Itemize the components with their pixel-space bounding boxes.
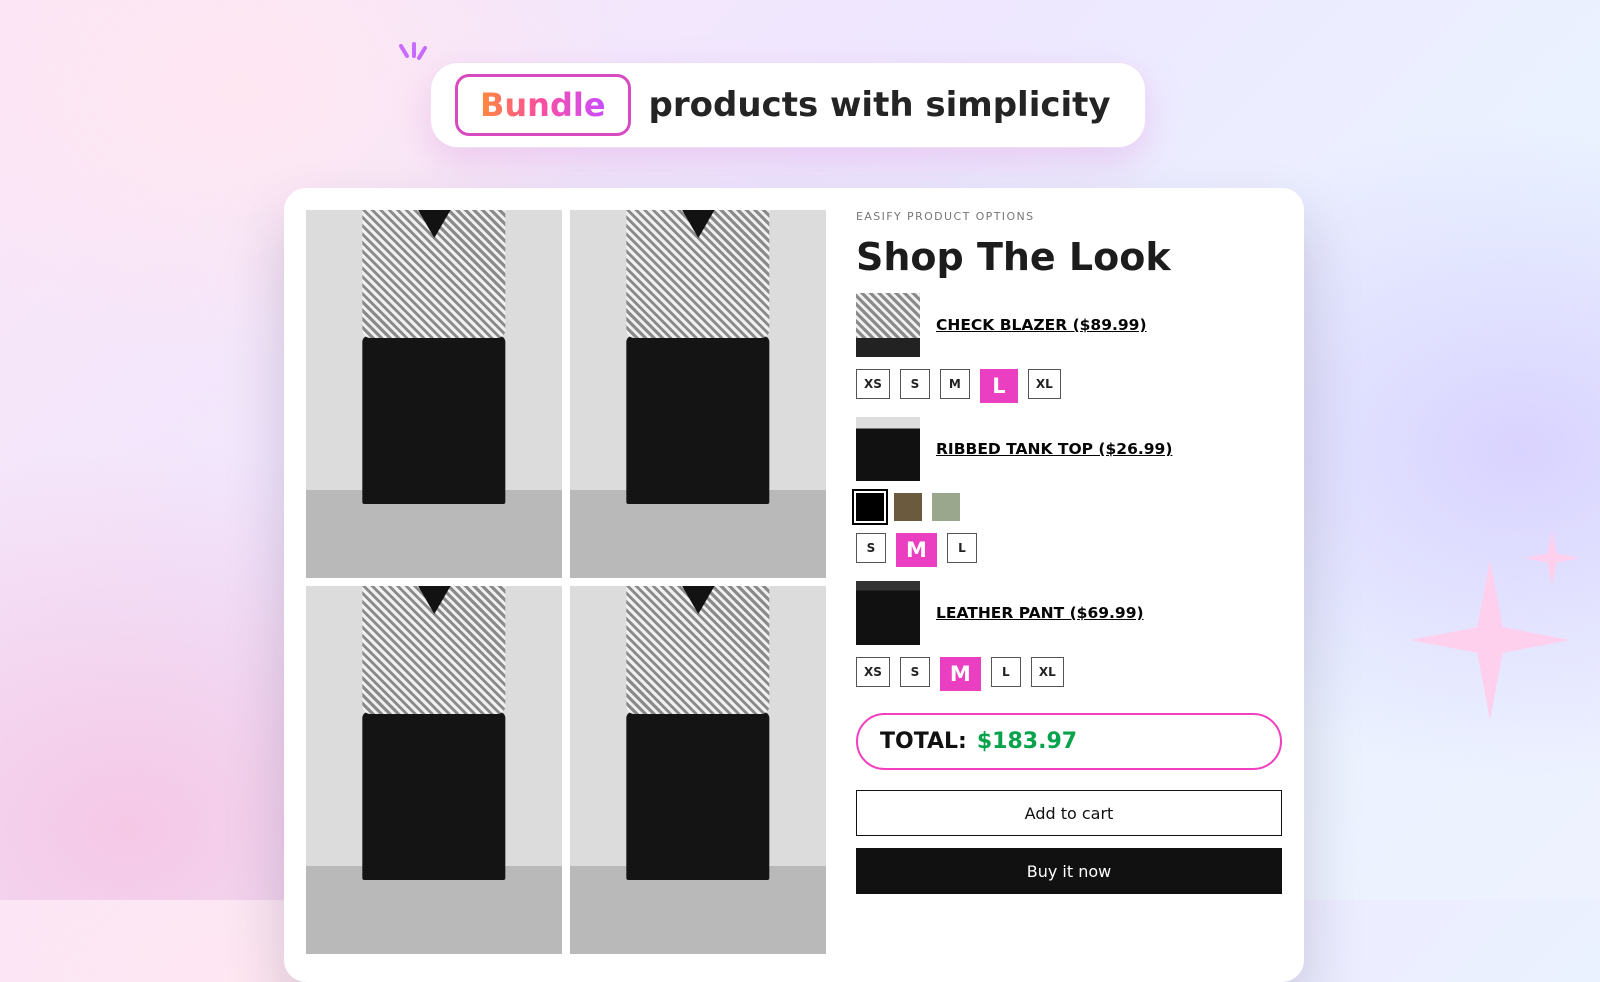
size-option[interactable]: L — [980, 369, 1018, 403]
hero-banner: Bundle products with simplicity — [430, 62, 1146, 148]
color-options — [856, 493, 1282, 521]
size-option[interactable]: M — [896, 533, 937, 567]
size-options: XS SML XL — [856, 369, 1282, 403]
eyebrow-text: EASIFY PRODUCT OPTIONS — [856, 210, 1282, 223]
item-name-link[interactable]: LEATHER PANT ($69.99) — [936, 604, 1144, 622]
size-option[interactable]: S — [900, 657, 930, 687]
item-name-link[interactable]: RIBBED TANK TOP ($26.99) — [936, 440, 1172, 458]
gallery-image[interactable] — [306, 210, 562, 578]
options-panel: EASIFY PRODUCT OPTIONS Shop The Look CHE… — [856, 210, 1282, 954]
total-label: TOTAL: — [880, 729, 967, 754]
item-thumb[interactable] — [856, 293, 920, 357]
sparkle-small-icon — [1524, 530, 1580, 586]
color-swatch[interactable] — [856, 493, 884, 521]
size-option[interactable]: S — [856, 533, 886, 563]
size-option[interactable]: L — [947, 533, 977, 563]
item-thumb[interactable] — [856, 581, 920, 645]
hero-chip-text: Bundle — [480, 86, 606, 124]
panel-title: Shop The Look — [856, 235, 1282, 279]
buy-now-button[interactable]: Buy it now — [856, 848, 1282, 894]
size-option[interactable]: L — [991, 657, 1021, 687]
product-gallery — [306, 210, 826, 954]
total-pill: TOTAL: $183.97 — [856, 713, 1282, 770]
size-option[interactable]: XS — [856, 369, 890, 399]
color-swatch[interactable] — [894, 493, 922, 521]
gallery-image[interactable] — [570, 210, 826, 578]
spark-accent-icon — [395, 40, 429, 78]
size-option[interactable]: XL — [1028, 369, 1061, 399]
bundle-item: CHECK BLAZER ($89.99) XS SML XL — [856, 293, 1282, 403]
size-options: XS SML XL — [856, 657, 1282, 691]
size-options: SML — [856, 533, 1282, 567]
product-card: EASIFY PRODUCT OPTIONS Shop The Look CHE… — [284, 188, 1304, 982]
size-option[interactable]: M — [940, 657, 981, 691]
gallery-image[interactable] — [570, 586, 826, 954]
total-value: $183.97 — [977, 729, 1077, 754]
add-to-cart-button[interactable]: Add to cart — [856, 790, 1282, 836]
gallery-image[interactable] — [306, 586, 562, 954]
bundle-item: RIBBED TANK TOP ($26.99) SML — [856, 417, 1282, 567]
size-option[interactable]: M — [940, 369, 970, 399]
item-name-link[interactable]: CHECK BLAZER ($89.99) — [936, 316, 1147, 334]
color-swatch[interactable] — [932, 493, 960, 521]
item-thumb[interactable] — [856, 417, 920, 481]
size-option[interactable]: S — [900, 369, 930, 399]
bundle-item: LEATHER PANT ($69.99) XS SML XL — [856, 581, 1282, 691]
size-option[interactable]: XS — [856, 657, 890, 687]
cta-buttons: Add to cart Buy it now — [856, 790, 1282, 894]
size-option[interactable]: XL — [1031, 657, 1064, 687]
stage: Bundle products with simplicity EASIFY P… — [0, 0, 1600, 900]
hero-rest-text: products with simplicity — [649, 85, 1111, 125]
hero-chip: Bundle — [455, 74, 631, 136]
